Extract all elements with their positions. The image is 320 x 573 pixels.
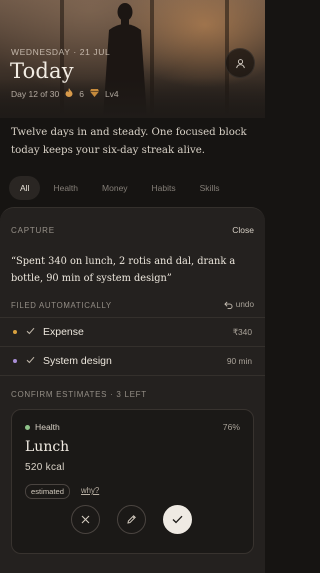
profile-button[interactable] [225,48,255,78]
streak-count: 6 [79,88,84,99]
estimate-title: Lunch [25,439,70,455]
capture-quote: “Spent 340 on lunch, 2 rotis and dal, dr… [11,256,236,284]
today-screen: WEDNESDAY · 21 JUL Today Day 12 of 30 6 … [0,0,265,573]
accept-button[interactable] [163,505,192,534]
page-title: Today [10,59,74,83]
filed-item-value: ₹340 [232,327,252,337]
filter-tabs: All Health Money Habits Skills [9,176,230,200]
flame-icon [65,88,73,99]
filed-label: FILED AUTOMATICALLY [11,301,112,310]
confirm-estimates-label: CONFIRM ESTIMATES · 3 LEFT [11,390,147,399]
category-label: Health [35,422,60,432]
capture-label: CAPTURE [11,226,55,235]
edit-button[interactable] [117,505,146,534]
date-label: WEDNESDAY · 21 JUL [11,47,111,57]
category-dot [13,359,17,363]
category-dot [25,424,30,430]
undo-icon [224,301,233,309]
estimated-tag: estimated [25,484,70,499]
filed-item[interactable]: Expense ₹340 [0,318,265,346]
level-badge: Lv4 [104,88,119,99]
progress-stats: Day 12 of 30 6 Lv4 [11,88,119,99]
filter-all[interactable]: All [9,176,41,200]
diamond-icon [89,88,99,99]
capture-sheet: CAPTURE Close “Spent 340 on lunch, 2 rot… [0,207,265,573]
close-icon [81,515,90,524]
filed-item-name: Expense [43,326,84,338]
daily-summary: Twelve days in and steady. One focused b… [11,127,247,156]
day-progress: Day 12 of 30 [11,88,60,99]
filter-skills[interactable]: Skills [189,176,231,200]
estimate-value: 520 kcal [25,462,65,473]
filter-health[interactable]: Health [42,176,89,200]
reject-button[interactable] [71,505,100,534]
undo-button[interactable]: undo [224,300,254,309]
filed-item-value: 90 min [226,356,252,366]
filed-item-name: System design [43,355,112,367]
check-icon [26,327,35,337]
filter-money[interactable]: Money [91,176,139,200]
estimate-card: Health 76% Lunch 520 kcal estimated why? [11,409,254,554]
estimate-category: Health [25,422,60,432]
filter-habits[interactable]: Habits [141,176,187,200]
undo-label: undo [235,300,254,309]
confidence-value: 76% [222,422,240,432]
filed-item[interactable]: System design 90 min [0,347,265,375]
user-icon [235,58,245,68]
why-link[interactable]: why? [81,486,99,495]
check-icon [26,356,35,366]
pencil-icon [127,515,136,524]
close-button[interactable]: Close [232,225,254,235]
category-dot [13,330,17,334]
check-icon [172,515,183,524]
